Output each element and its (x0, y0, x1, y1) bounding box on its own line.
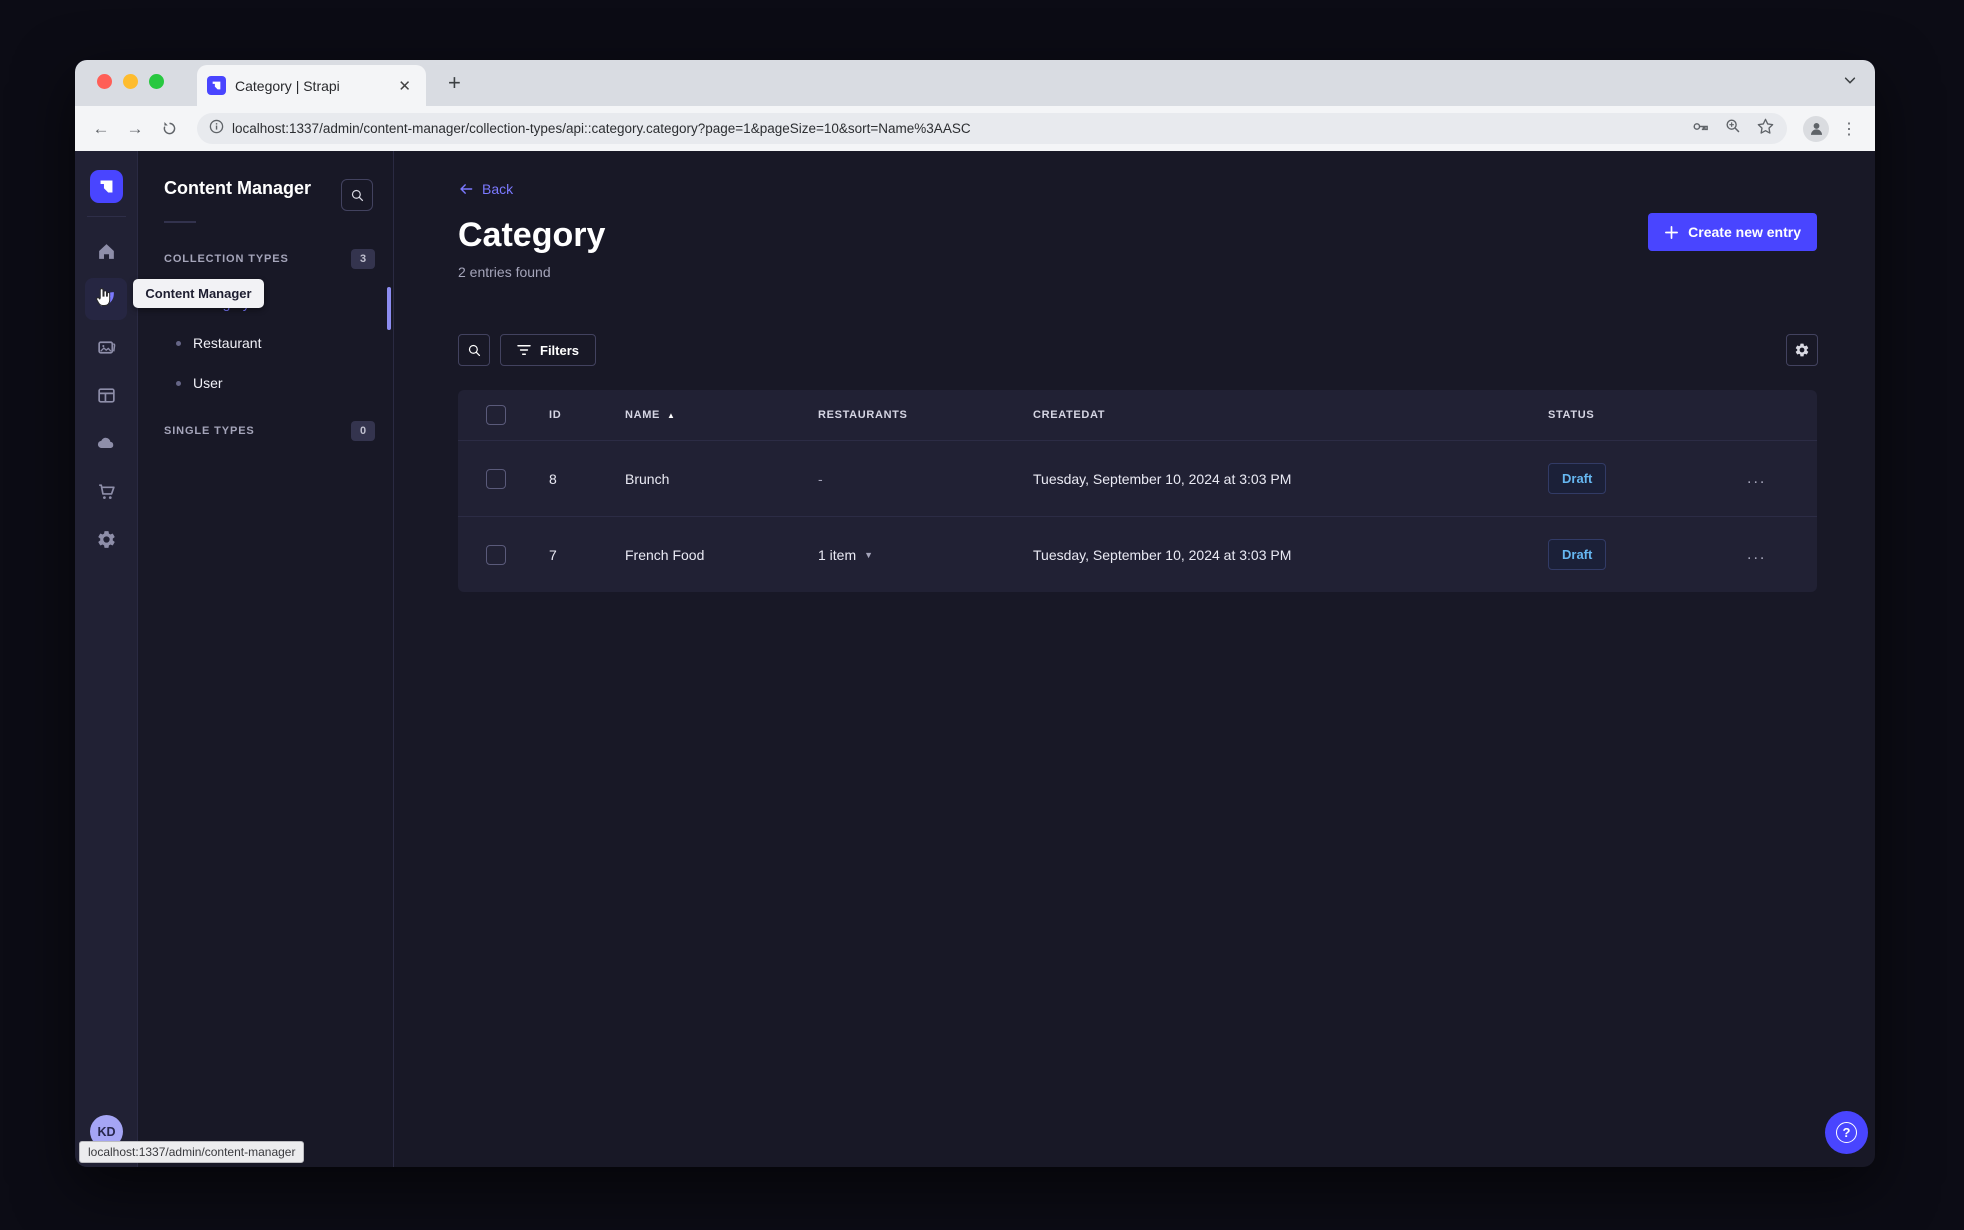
select-all-checkbox[interactable] (486, 405, 506, 425)
status-badge: Draft (1548, 539, 1607, 570)
row-actions-menu-icon[interactable]: ... (1747, 470, 1766, 488)
sidebar-item-marketplace[interactable] (85, 470, 127, 512)
back-label: Back (482, 181, 514, 197)
column-header-name[interactable]: Name ▲ (625, 409, 818, 421)
reload-icon[interactable] (155, 115, 183, 143)
zoom-page-icon[interactable] (1724, 117, 1742, 140)
subnav-divider (164, 221, 196, 223)
browser-menu-icon[interactable]: ⋮ (1835, 119, 1863, 139)
single-types-section: Single Types 0 (164, 421, 393, 441)
table-row[interactable]: 8 Brunch - Tuesday, September 10, 2024 a… (458, 440, 1817, 516)
single-types-label: Single Types (164, 425, 255, 437)
row-checkbox[interactable] (486, 468, 506, 489)
url-bar[interactable]: localhost:1337/admin/content-manager/col… (197, 113, 1787, 144)
sidebar-item-settings[interactable] (85, 518, 127, 560)
subnav-scrollbar-thumb[interactable] (387, 287, 391, 330)
strapi-app: KD Content Manager Collection Types 3 Ca… (75, 151, 1875, 1167)
cell-createdat: Tuesday, September 10, 2024 at 3:03 PM (1033, 546, 1292, 563)
back-link[interactable]: Back (458, 181, 513, 197)
collection-types-section: Collection Types 3 (164, 249, 393, 269)
window-controls (97, 74, 164, 89)
cell-name: Brunch (625, 470, 670, 487)
rail-divider (86, 216, 126, 217)
sidebar-item-content-type-builder[interactable] (85, 374, 127, 416)
question-mark-icon: ? (1836, 1122, 1857, 1143)
table-row[interactable]: 7 French Food 1 item ▼ Tuesday, Septembe… (458, 516, 1817, 592)
back-nav-icon[interactable]: ← (87, 115, 115, 143)
column-header-restaurants[interactable]: Restaurants (818, 409, 1033, 421)
main-content: Back Category 2 entries found Create new… (394, 151, 1875, 1167)
strapi-favicon-icon (207, 76, 226, 95)
help-button[interactable]: ? (1825, 1111, 1868, 1154)
browser-status-bar: localhost:1337/admin/content-manager (79, 1141, 305, 1163)
bookmark-star-icon[interactable] (1756, 117, 1775, 141)
tab-search-chevron-icon[interactable] (1843, 73, 1857, 92)
cell-restaurants[interactable]: 1 item ▼ (818, 547, 1033, 563)
filters-button[interactable]: Filters (500, 334, 597, 366)
hand-cursor-icon (92, 286, 114, 315)
url-text[interactable]: localhost:1337/admin/content-manager/col… (232, 121, 1683, 136)
tab-close-icon[interactable]: ✕ (393, 75, 416, 97)
create-new-entry-button[interactable]: Create new entry (1648, 213, 1817, 251)
column-header-createdat[interactable]: CreatedAt (1033, 409, 1548, 421)
sidebar-item-home[interactable] (85, 230, 127, 272)
arrow-left-icon (460, 184, 473, 194)
collection-types-count-badge: 3 (351, 249, 375, 269)
table-controls: Filters (458, 334, 1818, 366)
bullet-icon (176, 340, 181, 346)
row-actions-menu-icon[interactable]: ... (1747, 546, 1766, 564)
gear-icon (1795, 343, 1809, 357)
status-badge: Draft (1548, 463, 1607, 494)
content-manager-tooltip: Content Manager (133, 279, 264, 308)
create-new-entry-label: Create new entry (1688, 224, 1801, 240)
subnav-item-label: User (193, 375, 223, 391)
browser-toolbar: ← → localhost:1337/admin/content-manager… (75, 106, 1875, 151)
plus-icon (1665, 225, 1679, 239)
subnav-item-user[interactable]: User (164, 363, 393, 403)
column-header-status[interactable]: Status (1548, 409, 1747, 421)
filters-label: Filters (540, 342, 580, 358)
entries-table: ID Name ▲ Restaurants CreatedAt Status 8 … (458, 390, 1817, 592)
cell-createdat: Tuesday, September 10, 2024 at 3:03 PM (1033, 470, 1292, 487)
subnav-item-restaurant[interactable]: Restaurant (164, 323, 393, 363)
cell-restaurants: - (818, 470, 823, 487)
page-title: Category (458, 216, 606, 254)
sidebar-item-cloud[interactable] (85, 422, 127, 464)
table-header-row: ID Name ▲ Restaurants CreatedAt Status (458, 390, 1817, 440)
cell-name: French Food (625, 546, 705, 563)
sort-ascending-icon: ▲ (667, 410, 676, 420)
close-window-button[interactable] (97, 74, 112, 89)
new-tab-button[interactable]: + (440, 70, 469, 96)
collection-types-label: Collection Types (164, 253, 289, 265)
column-header-id[interactable]: ID (549, 409, 625, 421)
sidebar-item-media-library[interactable] (85, 326, 127, 368)
row-checkbox[interactable] (486, 544, 506, 565)
forward-nav-icon[interactable]: → (121, 115, 149, 143)
site-info-icon[interactable] (209, 119, 224, 139)
entries-count: 2 entries found (458, 264, 551, 280)
subnav-search-button[interactable] (341, 179, 373, 211)
minimize-window-button[interactable] (123, 74, 138, 89)
table-search-button[interactable] (458, 334, 490, 366)
password-key-icon[interactable] (1691, 117, 1710, 141)
cell-id: 7 (549, 546, 557, 563)
table-settings-button[interactable] (1786, 334, 1818, 366)
search-icon (468, 344, 480, 356)
tab-title: Category | Strapi (235, 77, 340, 94)
filter-icon (517, 344, 531, 356)
tab-strip: Category | Strapi ✕ + (75, 60, 1875, 106)
subnav-item-label: Restaurant (193, 335, 262, 351)
browser-window: Category | Strapi ✕ + ← → localhost:1337… (75, 60, 1875, 1167)
browser-profile-icon[interactable] (1803, 115, 1829, 142)
bullet-icon (176, 380, 181, 386)
single-types-count-badge: 0 (351, 421, 375, 441)
chevron-down-icon: ▼ (864, 549, 874, 560)
strapi-logo[interactable] (89, 170, 123, 203)
maximize-window-button[interactable] (149, 74, 164, 89)
browser-tab[interactable]: Category | Strapi ✕ (197, 65, 426, 106)
cell-id: 8 (549, 470, 557, 487)
